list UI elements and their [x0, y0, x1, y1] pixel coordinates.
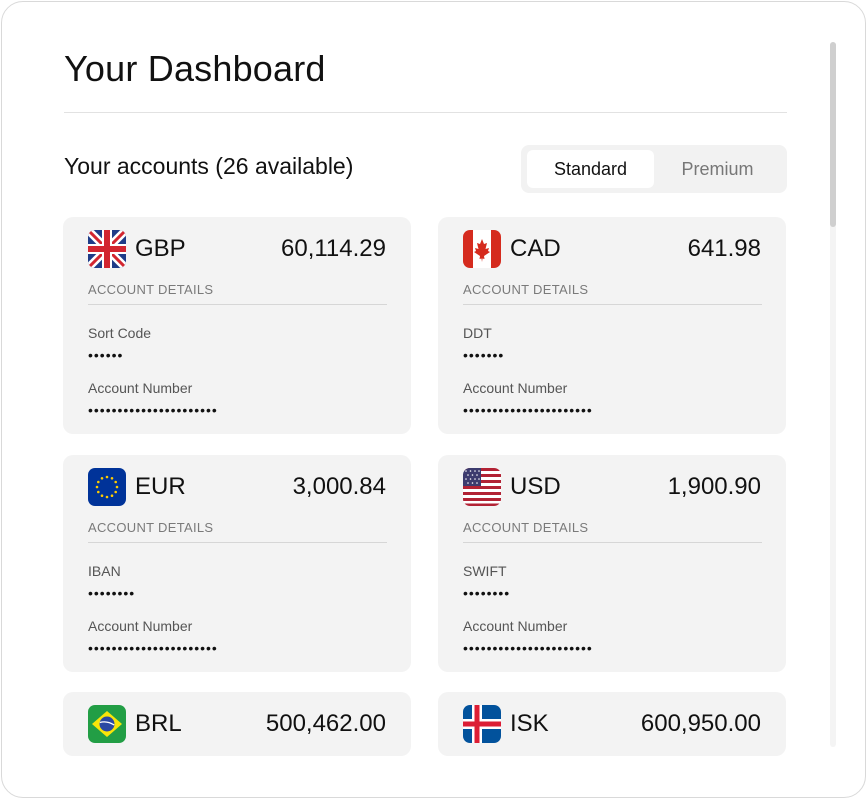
account-details-label: ACCOUNT DETAILS — [463, 282, 589, 297]
balance-amount: 60,114.29 — [281, 235, 386, 262]
iceland-flag-icon — [463, 705, 501, 743]
account-number-value: •••••••••••••••••••••• — [88, 640, 218, 656]
swift-label: SWIFT — [463, 563, 507, 579]
card-divider — [463, 304, 762, 305]
currency-code: ISK — [510, 710, 549, 737]
card-header: CAD 641.98 — [463, 230, 761, 268]
standard-tab[interactable]: Standard — [527, 150, 654, 188]
dashboard-window: Your Dashboard Your accounts (26 availab… — [1, 1, 866, 798]
currency-code: EUR — [135, 473, 186, 500]
eu-flag-icon — [88, 468, 126, 506]
swift-value: •••••••• — [463, 585, 511, 601]
card-divider — [463, 542, 762, 543]
account-details-label: ACCOUNT DETAILS — [463, 520, 589, 535]
account-card-gbp[interactable]: GBP 60,114.29 ACCOUNT DETAILS Sort Code … — [63, 217, 411, 434]
ddt-label: DDT — [463, 325, 492, 341]
card-header: BRL 500,462.00 — [88, 705, 386, 743]
scrollbar-thumb[interactable] — [830, 42, 836, 227]
premium-tab[interactable]: Premium — [654, 150, 781, 188]
card-header: GBP 60,114.29 — [88, 230, 386, 268]
card-header: EUR 3,000.84 — [88, 468, 386, 506]
header-divider — [64, 112, 787, 113]
accounts-heading: Your accounts (26 available) — [64, 153, 354, 179]
sort-code-value: •••••• — [88, 347, 124, 363]
balance-amount: 641.98 — [687, 235, 761, 262]
canada-flag-icon — [463, 230, 501, 268]
card-divider — [88, 542, 387, 543]
plan-toggle: Standard Premium — [521, 145, 787, 193]
card-header: USD 1,900.90 — [463, 468, 761, 506]
account-number-label: Account Number — [463, 618, 568, 634]
account-number-label: Account Number — [88, 380, 193, 396]
us-flag-icon — [463, 468, 501, 506]
balance-amount: 3,000.84 — [292, 473, 386, 500]
balance-amount: 500,462.00 — [265, 710, 386, 737]
account-card-cad[interactable]: CAD 641.98 ACCOUNT DETAILS DDT ••••••• A… — [438, 217, 786, 434]
currency-code: USD — [510, 473, 561, 500]
card-divider — [88, 304, 387, 305]
currency-code: BRL — [135, 710, 182, 737]
iban-value: •••••••• — [88, 585, 136, 601]
uk-flag-icon — [88, 230, 126, 268]
iban-label: IBAN — [88, 563, 121, 579]
currency-code: GBP — [135, 235, 186, 262]
account-number-value: •••••••••••••••••••••• — [463, 402, 593, 418]
account-card-isk[interactable]: ISK 600,950.00 — [438, 692, 786, 756]
card-header: ISK 600,950.00 — [463, 705, 761, 743]
ddt-value: ••••••• — [463, 347, 505, 363]
account-number-label: Account Number — [88, 618, 193, 634]
sort-code-label: Sort Code — [88, 325, 152, 341]
brazil-flag-icon — [88, 705, 126, 743]
balance-amount: 1,900.90 — [667, 473, 761, 500]
account-details-label: ACCOUNT DETAILS — [88, 520, 214, 535]
balance-amount: 600,950.00 — [640, 710, 761, 737]
account-number-value: •••••••••••••••••••••• — [463, 640, 593, 656]
account-details-label: ACCOUNT DETAILS — [88, 282, 214, 297]
currency-code: CAD — [510, 235, 561, 262]
account-card-brl[interactable]: BRL 500,462.00 — [63, 692, 411, 756]
account-card-usd[interactable]: USD 1,900.90 ACCOUNT DETAILS SWIFT •••••… — [438, 455, 786, 672]
account-number-value: •••••••••••••••••••••• — [88, 402, 218, 418]
account-number-label: Account Number — [463, 380, 568, 396]
account-card-eur[interactable]: EUR 3,000.84 ACCOUNT DETAILS IBAN ••••••… — [63, 455, 411, 672]
page-title: Your Dashboard — [64, 48, 326, 89]
